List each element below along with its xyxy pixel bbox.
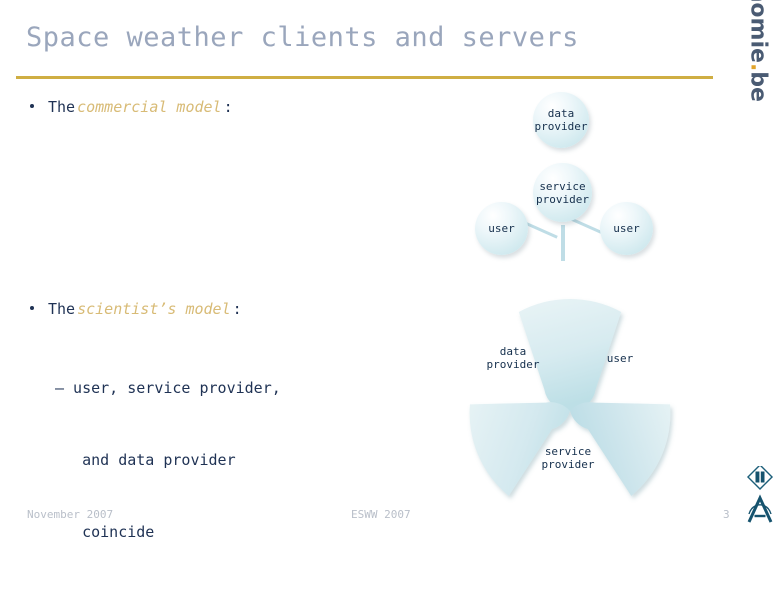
footer-date: November 2007	[27, 508, 114, 521]
node-service-provider[interactable]: service provider	[533, 163, 592, 222]
bullet-scientist-model: The scientist’s model :	[30, 300, 242, 318]
wedge-label-service-provider: service provider	[541, 445, 595, 471]
brand-dot: .	[745, 62, 771, 72]
bullet1-prefix: The	[48, 98, 76, 116]
sub-bullet-line: – user, service provider,	[55, 379, 281, 397]
footer-page-number: 3	[723, 508, 730, 521]
brand-logo-vertical: aeronomie.be	[738, 0, 778, 194]
connector-data-to-service	[561, 225, 565, 261]
commercial-model-diagram: data provider service provider user user	[460, 85, 675, 265]
bullet2-suffix: :	[232, 300, 242, 318]
node-data-provider[interactable]: data provider	[533, 92, 589, 148]
sub-bullet-line: and data provider	[55, 451, 236, 469]
bullet2-prefix: The	[48, 300, 76, 318]
bullet-dot-icon	[30, 104, 34, 108]
brand-tld: be	[745, 71, 771, 102]
institute-logo-svg	[746, 463, 774, 523]
title-divider	[16, 76, 713, 79]
page-title: Space weather clients and servers	[26, 22, 579, 53]
bullet1-suffix: :	[223, 98, 233, 116]
arch-logo-icon	[747, 494, 773, 523]
scientist-model-diagram: data provider user service provider	[469, 298, 671, 496]
brand-name: aeronomie	[746, 0, 771, 63]
diamond-logo-icon	[746, 463, 774, 491]
node-user-right[interactable]: user	[600, 202, 653, 255]
wedge-label-user: user	[606, 352, 634, 365]
node-user-left-label: user	[488, 222, 515, 235]
bullet2-emphasis: scientist’s model	[77, 300, 231, 318]
sub-bullet-list: – user, service provider, and data provi…	[55, 328, 281, 592]
node-service-provider-label: service provider	[536, 179, 589, 206]
node-user-left[interactable]: user	[475, 202, 528, 255]
bullet-commercial-model: The commercial model :	[30, 98, 233, 116]
institute-logo	[744, 463, 776, 530]
footer-event: ESWW 2007	[351, 508, 411, 521]
sub-bullet-line: coincide	[55, 523, 155, 541]
bullet1-emphasis: commercial model	[77, 98, 222, 116]
bullet-dot-icon	[30, 306, 34, 310]
node-data-provider-label: data provider	[534, 107, 588, 133]
slide-canvas: Space weather clients and servers The co…	[0, 0, 780, 541]
node-user-right-label: user	[613, 222, 640, 235]
brand-logo-text: aeronomie.be	[746, 0, 771, 102]
wedge-label-data-provider: data provider	[486, 345, 540, 371]
